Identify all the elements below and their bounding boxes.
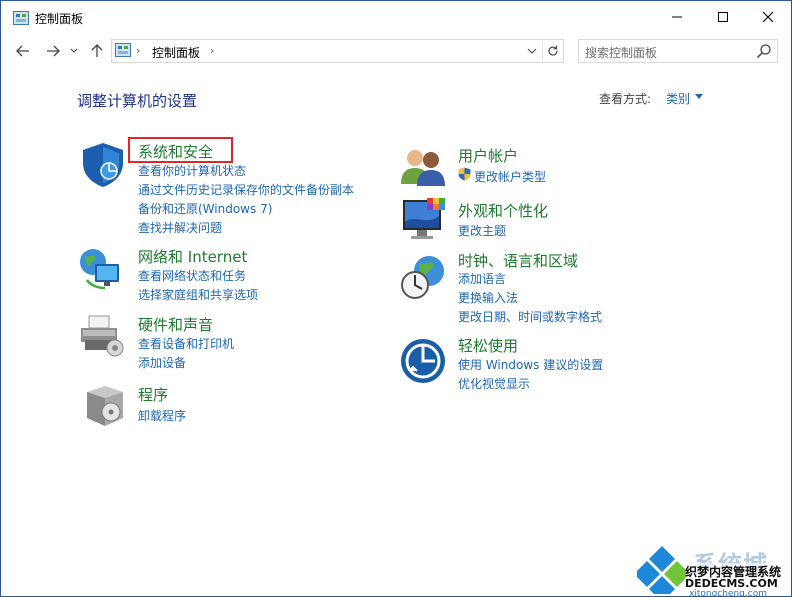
up-arrow-icon (91, 44, 103, 57)
link-add-device[interactable]: 添加设备 (138, 354, 186, 371)
category-system-security[interactable]: 系统和安全 (138, 141, 213, 162)
watermark-text-url: xitongcheng.com (689, 589, 767, 597)
recent-locations-button[interactable] (67, 41, 81, 61)
address-bar[interactable]: › 控制面板 › (111, 39, 564, 63)
link-uninstall-program[interactable]: 卸载程序 (138, 407, 186, 424)
link-optimize-visual-display[interactable]: 优化视觉显示 (458, 375, 530, 392)
breadcrumb-separator[interactable]: › (210, 44, 214, 57)
programs-box-icon[interactable] (81, 382, 129, 430)
link-homegroup-sharing[interactable]: 选择家庭组和共享选项 (138, 286, 258, 303)
view-by-chevron-icon[interactable] (695, 94, 703, 99)
category-user-accounts[interactable]: 用户帐户 (458, 145, 518, 166)
category-ease-of-access[interactable]: 轻松使用 (458, 335, 518, 356)
title-bar: 控制面板 (1, 1, 791, 35)
link-network-status[interactable]: 查看网络状态和任务 (138, 267, 246, 284)
watermark-logo-icon (637, 546, 687, 594)
category-programs[interactable]: 程序 (138, 384, 168, 405)
page-title: 调整计算机的设置 (77, 92, 198, 110)
refresh-icon (547, 45, 558, 56)
clock-globe-icon[interactable] (399, 253, 447, 301)
search-box[interactable]: 搜索控制面板 (578, 39, 778, 63)
control-panel-app-icon (13, 11, 29, 25)
network-globe-icon[interactable] (77, 246, 125, 294)
forward-button[interactable] (43, 41, 63, 61)
up-button[interactable] (87, 41, 107, 61)
link-change-input-method[interactable]: 更换输入法 (458, 289, 518, 306)
category-appearance-personalization[interactable]: 外观和个性化 (458, 200, 548, 221)
chevron-down-icon (70, 48, 78, 53)
maximize-button[interactable] (700, 1, 746, 33)
link-view-computer-status[interactable]: 查看你的计算机状态 (138, 162, 246, 179)
chevron-down-icon (527, 48, 537, 54)
personalization-monitor-icon[interactable] (401, 196, 449, 244)
printer-icon[interactable] (77, 312, 125, 360)
control-panel-icon (115, 43, 131, 57)
category-clock-language-region[interactable]: 时钟、语言和区域 (458, 250, 578, 271)
minimize-button[interactable] (654, 1, 700, 33)
breadcrumb-separator[interactable]: › (136, 44, 140, 57)
view-by-label: 查看方式: (599, 92, 652, 106)
search-icon[interactable] (756, 43, 772, 59)
navigation-bar: › 控制面板 › 搜索控制面板 (1, 35, 791, 67)
view-by-dropdown[interactable]: 类别 (666, 90, 690, 107)
address-dropdown-button[interactable] (524, 42, 540, 60)
refresh-button[interactable] (542, 41, 562, 61)
search-input[interactable]: 搜索控制面板 (585, 44, 657, 61)
link-troubleshoot[interactable]: 查找并解决问题 (138, 219, 222, 236)
user-accounts-icon[interactable] (399, 144, 447, 192)
forward-arrow-icon (47, 45, 60, 57)
link-change-theme[interactable]: 更改主题 (458, 222, 506, 239)
link-windows-recommended-settings[interactable]: 使用 Windows 建议的设置 (458, 356, 603, 373)
link-change-date-time-format[interactable]: 更改日期、时间或数字格式 (458, 308, 602, 325)
link-backup-restore[interactable]: 备份和还原(Windows 7) (138, 200, 272, 217)
close-icon (763, 12, 773, 22)
maximize-icon (718, 12, 728, 22)
breadcrumb-control-panel[interactable]: 控制面板 (152, 44, 200, 61)
link-devices-printers[interactable]: 查看设备和打印机 (138, 335, 234, 352)
back-button[interactable] (13, 41, 33, 61)
category-hardware-sound[interactable]: 硬件和声音 (138, 314, 213, 335)
close-button[interactable] (745, 1, 791, 33)
back-arrow-icon (16, 45, 29, 57)
category-network-internet[interactable]: 网络和 Internet (138, 246, 247, 267)
ease-of-access-icon[interactable] (399, 337, 447, 385)
window-title: 控制面板 (35, 12, 84, 26)
link-change-account-type[interactable]: 更改帐户类型 (474, 168, 546, 185)
minimize-icon (672, 16, 682, 18)
link-add-language[interactable]: 添加语言 (458, 270, 506, 287)
control-panel-window: 控制面板 › 控制面板 › 搜索控制面板 调整计算机的设置 查看方式: 类别 系… (0, 0, 792, 597)
shield-icon[interactable] (79, 141, 127, 189)
link-file-history-backup[interactable]: 通过文件历史记录保存你的文件备份副本 (138, 181, 354, 198)
uac-shield-icon (458, 167, 471, 181)
